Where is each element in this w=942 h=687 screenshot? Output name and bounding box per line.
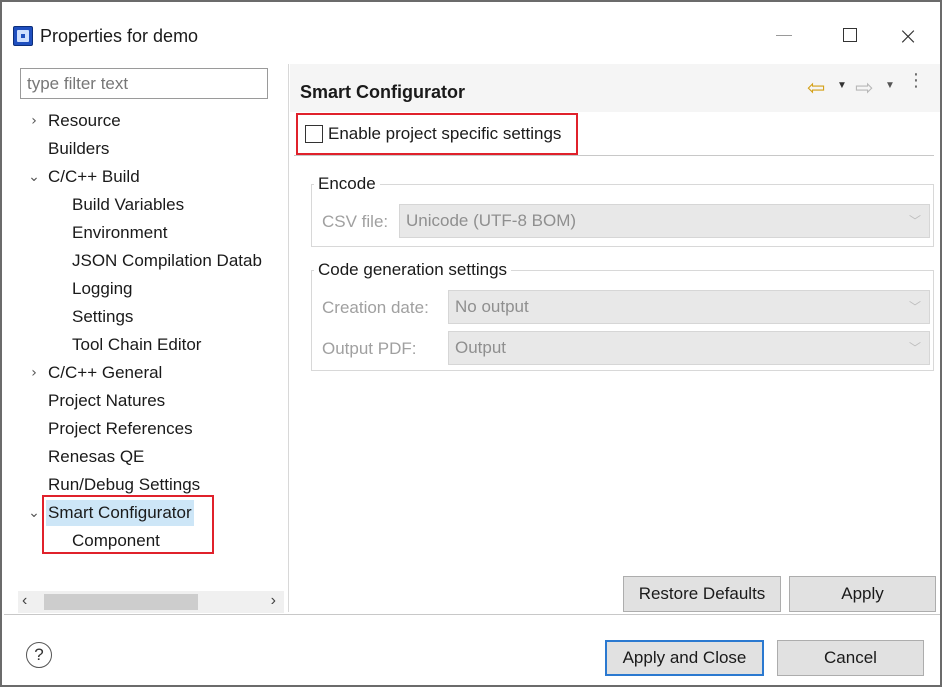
apply-button[interactable]: Apply bbox=[789, 576, 936, 612]
properties-dialog: Properties for demo × › Resource Builder… bbox=[0, 0, 942, 687]
tree-item-label: Build Variables bbox=[72, 195, 185, 214]
csv-file-select: Unicode (UTF-8 BOM) ﹀ bbox=[399, 204, 930, 238]
nav-forward-icon[interactable]: ⇨ bbox=[855, 77, 873, 99]
restore-defaults-label: Restore Defaults bbox=[638, 584, 766, 603]
chevron-down-icon[interactable]: ⌄ bbox=[27, 164, 41, 190]
tree-item-label: Logging bbox=[72, 279, 133, 298]
tree-item-renesas-qe[interactable]: Renesas QE bbox=[48, 444, 144, 470]
creation-date-select: No output ﹀ bbox=[448, 290, 930, 324]
page-title: Smart Configurator bbox=[300, 82, 466, 102]
tree-item-json-compilation[interactable]: JSON Compilation Datab bbox=[72, 248, 262, 274]
nav-back-icon[interactable]: ⇦ bbox=[807, 77, 825, 99]
cancel-button[interactable]: Cancel bbox=[777, 640, 924, 676]
tree-horizontal-scrollbar[interactable]: ‹ › bbox=[18, 591, 284, 613]
tree-item-tool-chain-editor[interactable]: Tool Chain Editor bbox=[72, 332, 201, 358]
codegen-group-title: Code generation settings bbox=[314, 260, 512, 280]
tree-item-label: Resource bbox=[48, 111, 121, 130]
scroll-left-icon[interactable]: ‹ bbox=[22, 592, 27, 610]
tree-item-label: Tool Chain Editor bbox=[72, 335, 202, 354]
window-title: Properties for demo bbox=[40, 26, 199, 46]
divider bbox=[294, 155, 934, 156]
help-icon[interactable]: ? bbox=[26, 642, 52, 668]
close-icon: × bbox=[898, 22, 919, 50]
minimize-button[interactable] bbox=[762, 18, 808, 54]
maximize-icon bbox=[843, 28, 857, 42]
output-pdf-select: Output ﹀ bbox=[448, 331, 930, 365]
csv-file-label: CSV file: bbox=[322, 212, 389, 231]
encode-group-title: Encode bbox=[314, 174, 380, 194]
apply-label: Apply bbox=[841, 584, 884, 603]
tree-item-label: Builders bbox=[48, 139, 110, 158]
creation-date-label: Creation date: bbox=[322, 298, 429, 317]
tree-item-label: Project Natures bbox=[48, 391, 166, 410]
chevron-down-icon: ﹀ bbox=[908, 300, 921, 314]
close-button[interactable]: × bbox=[888, 18, 934, 54]
tree-item-project-references[interactable]: Project References bbox=[48, 416, 193, 442]
filter-input[interactable] bbox=[21, 69, 267, 98]
apply-and-close-label: Apply and Close bbox=[622, 648, 747, 667]
tree-item-label: Project References bbox=[48, 419, 193, 438]
title-bar: Properties for demo × bbox=[2, 2, 940, 64]
view-menu-icon[interactable]: ⋮ bbox=[907, 71, 925, 89]
panel-divider[interactable] bbox=[288, 64, 289, 612]
maximize-button[interactable] bbox=[828, 18, 874, 54]
tree-item-project-natures[interactable]: Project Natures bbox=[48, 388, 165, 414]
tree-item-label: C/C++ Build bbox=[48, 167, 140, 186]
output-pdf-label: Output PDF: bbox=[322, 339, 417, 358]
apply-and-close-button[interactable]: Apply and Close bbox=[605, 640, 764, 676]
nav-back-dropdown-icon[interactable]: ▼ bbox=[837, 80, 847, 91]
highlight-annotation-checkbox bbox=[296, 113, 578, 155]
chevron-right-icon[interactable]: › bbox=[27, 108, 41, 134]
nav-forward-dropdown-icon[interactable]: ▼ bbox=[885, 80, 895, 91]
tree-item-builders[interactable]: Builders bbox=[48, 136, 109, 162]
restore-defaults-button[interactable]: Restore Defaults bbox=[623, 576, 781, 612]
output-pdf-value: Output bbox=[455, 338, 507, 357]
chevron-down-icon: ﹀ bbox=[908, 214, 921, 228]
chevron-down-icon: ﹀ bbox=[908, 341, 921, 355]
tree-item-environment[interactable]: Environment bbox=[72, 220, 167, 246]
tree-item-label: C/C++ General bbox=[48, 363, 163, 382]
tree-item-label: Renesas QE bbox=[48, 447, 145, 466]
minimize-icon bbox=[776, 35, 792, 36]
tree-item-label: Environment bbox=[72, 223, 168, 242]
creation-date-value: No output bbox=[455, 297, 529, 316]
chevron-down-icon[interactable]: ⌄ bbox=[27, 500, 41, 526]
chevron-right-icon[interactable]: › bbox=[27, 360, 41, 386]
tree-item-build-variables[interactable]: Build Variables bbox=[72, 192, 184, 218]
tree-item-label: Settings bbox=[72, 307, 134, 326]
cancel-label: Cancel bbox=[824, 648, 877, 667]
highlight-annotation-tree bbox=[42, 495, 214, 554]
csv-file-value: Unicode (UTF-8 BOM) bbox=[406, 211, 577, 230]
scrollbar-thumb[interactable] bbox=[44, 594, 198, 610]
footer-divider bbox=[4, 614, 940, 615]
tree-item-label: Run/Debug Settings bbox=[48, 475, 201, 494]
app-icon bbox=[13, 26, 33, 46]
tree-item-label: JSON Compilation Datab bbox=[72, 251, 262, 270]
tree-item-logging[interactable]: Logging bbox=[72, 276, 133, 302]
tree-item-settings[interactable]: Settings bbox=[72, 304, 133, 330]
filter-field[interactable] bbox=[20, 68, 268, 99]
scroll-right-icon[interactable]: › bbox=[271, 592, 276, 610]
